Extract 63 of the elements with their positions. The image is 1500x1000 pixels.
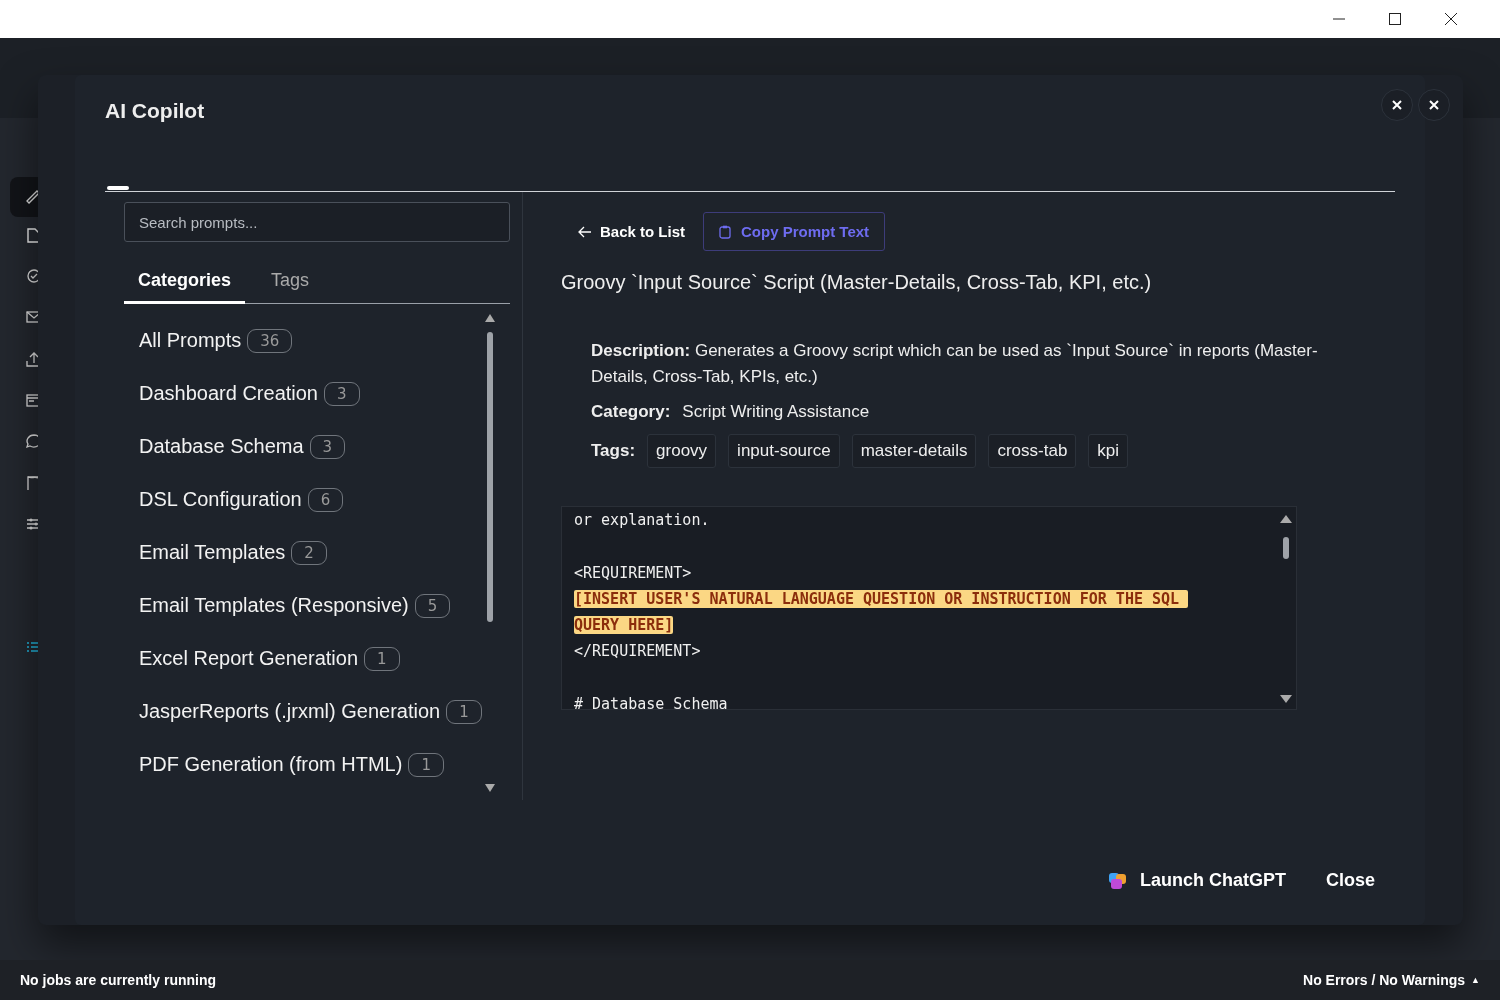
close-icon [1392,100,1402,110]
close-button[interactable] [1381,89,1413,121]
prompt-line: # Database Schema [574,695,728,709]
category-label: Category: [591,402,671,422]
category-item[interactable]: Excel Report Generation [139,647,358,670]
caret-icon[interactable]: ▲ [1471,975,1480,985]
flag-icon[interactable] [25,474,38,491]
count-badge: 3 [309,434,346,459]
category-item[interactable]: PDF Generation (from HTML) [139,753,403,776]
tag-chip: input-source [728,434,840,468]
category-item[interactable]: DSL Configuration [139,488,302,511]
logo-icon [1107,871,1128,890]
search-field[interactable]: Search prompts... [124,202,510,242]
close-icon[interactable] [1445,13,1457,25]
category-item[interactable]: All Prompts [139,329,242,352]
prompt-line: <REQUIREMENT> [574,563,692,582]
category-tab[interactable]: Tags [257,262,324,304]
count-badge: 6 [307,487,344,512]
highlighted-text: QUERY HERE] [574,616,674,635]
status-text[interactable]: No Errors / No Warnings [1303,972,1466,988]
tags-label: Tags: [591,441,636,461]
tab-indicator [107,186,129,190]
description-text: Description: Generates a Groovy script which can be used as `Input Source` in reports (Master-Details, Cross-Tab, KPIs, etc.) [591,340,1319,388]
tag-chip: kpi [1088,434,1129,468]
category-item[interactable]: JasperReports (.jrxml) Generation [139,700,441,723]
scrollbar[interactable] [1280,513,1292,703]
tag-chip: master-details [851,434,977,468]
arrow-left-icon [578,225,592,238]
clipboard-icon [719,224,732,239]
scrollbar[interactable] [485,314,495,794]
back-button[interactable]: Back to List [576,219,688,244]
card-icon[interactable] [25,392,38,409]
count-badge: 5 [414,593,451,618]
dialog-title: AI Copilot [105,98,205,124]
chat-icon[interactable] [25,433,38,450]
maximize-icon[interactable] [1389,13,1401,25]
category-item[interactable]: Database Schema [139,435,304,458]
tag-chip: groovy [647,434,717,468]
prompt-line: or explanation. [574,511,710,529]
count-badge: 1 [446,699,482,724]
copy-button[interactable]: Copy Prompt Text [703,212,886,251]
category-item[interactable]: Email Templates (Responsive) [139,594,409,617]
count-badge: 3 [324,381,360,406]
category-tab[interactable]: Categories [124,262,246,304]
tag-chip: cross-tab [988,434,1077,468]
prompt-title: Groovy `Input Source` Script (Master-Details, Cross-Tab, KPI, etc.) [561,271,1153,294]
file-icon[interactable] [25,227,38,244]
category-value: Script Writing Assistance [682,402,870,422]
close-icon [1429,100,1439,110]
count-badge: 1 [364,646,400,671]
count-badge: 2 [291,540,327,565]
close-button[interactable]: Close [1325,870,1375,891]
count-badge: 36 [247,328,293,353]
category-item[interactable]: Dashboard Creation [139,382,318,405]
launch-button[interactable]: Launch ChatGPT [1107,870,1286,891]
prompt-line: </REQUIREMENT> [574,642,701,661]
status-text: No jobs are currently running [20,972,217,988]
count-badge: 1 [408,752,444,777]
mail-icon[interactable] [25,309,38,326]
upload-icon[interactable] [25,351,38,368]
highlighted-text: [INSERT USER'S NATURAL LANGUAGE QUESTION OR INSTRUCTION FOR THE SQL [574,589,1189,608]
selected-nav-item[interactable] [10,177,38,217]
category-item[interactable]: Email Templates [139,541,286,564]
